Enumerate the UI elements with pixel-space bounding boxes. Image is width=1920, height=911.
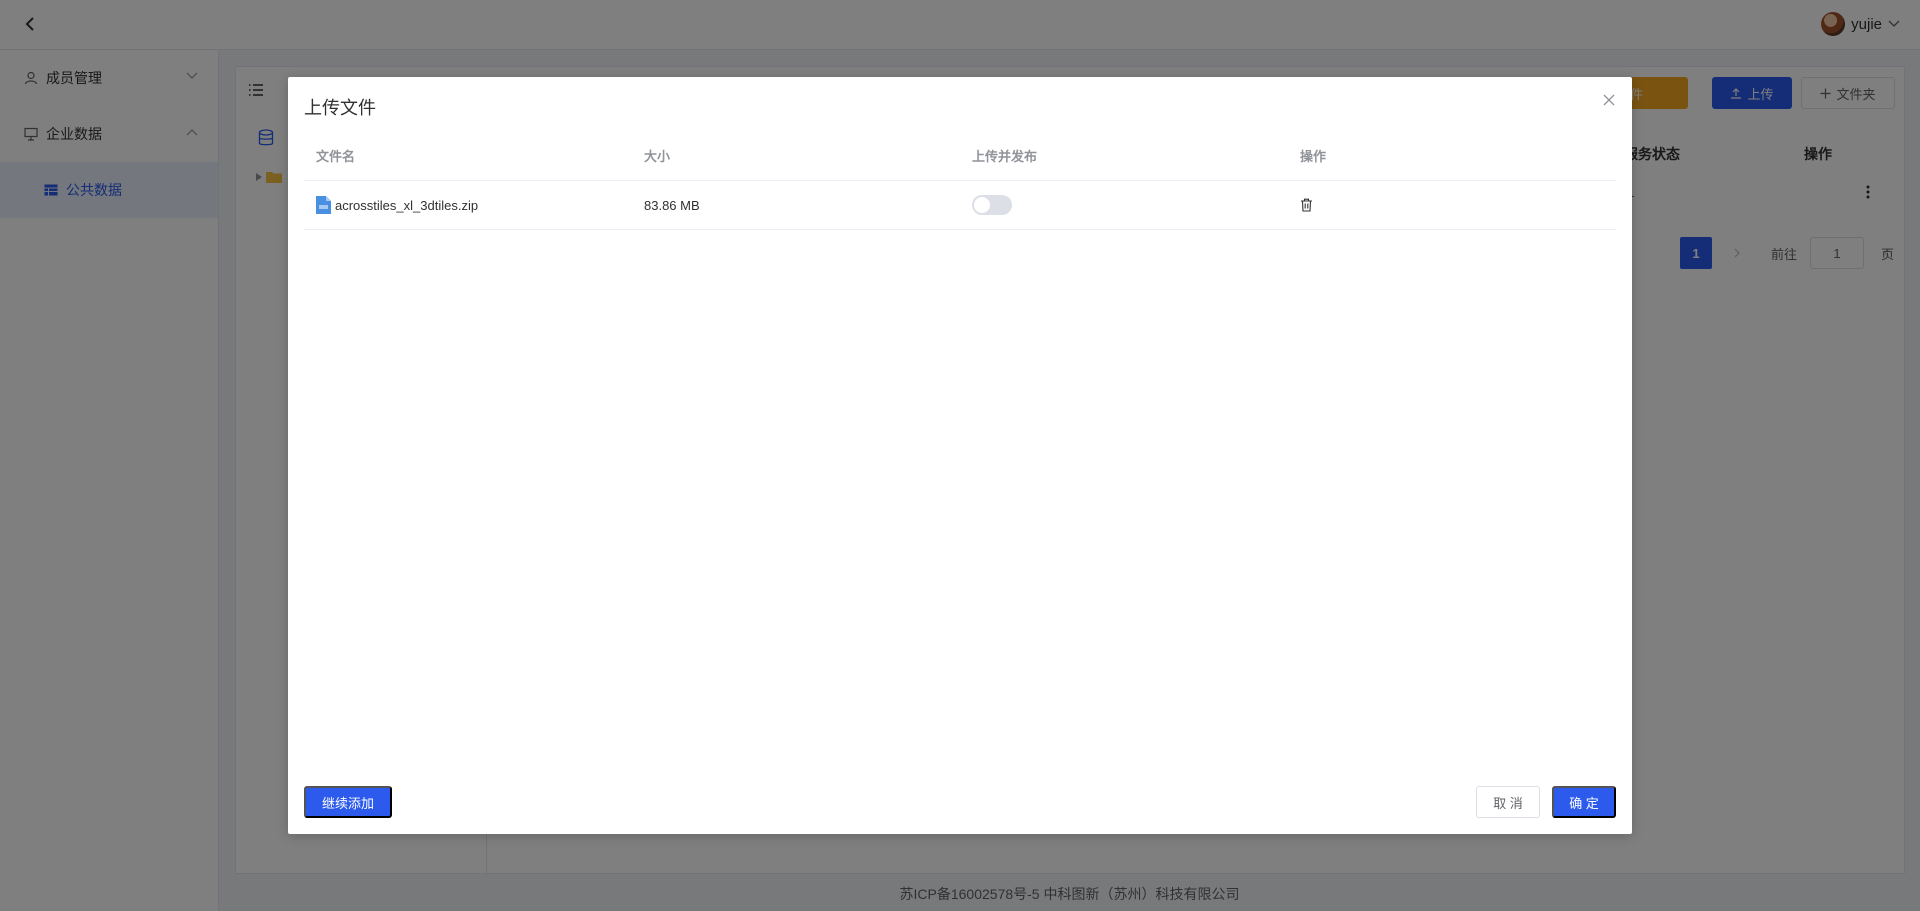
publish-switch[interactable] xyxy=(972,195,1012,215)
column-size: 大小 xyxy=(644,149,671,164)
confirm-button[interactable]: 确 定 xyxy=(1552,786,1616,818)
file-size: 83.86 MB xyxy=(644,197,700,213)
add-more-button[interactable]: 继续添加 xyxy=(304,786,392,818)
dialog-title: 上传文件 xyxy=(304,98,376,118)
file-name-cell: acrosstiles_xl_3dtiles.zip xyxy=(304,196,632,214)
publish-cell xyxy=(960,195,1288,215)
table-header: 文件名 大小 上传并发布 操作 xyxy=(304,131,1616,181)
file-name: acrosstiles_xl_3dtiles.zip xyxy=(335,197,479,213)
column-upload-publish: 上传并发布 xyxy=(972,149,1038,164)
upload-dialog: 上传文件 文件名 大小 上传并发布 操作 acrosstiles_xl_3dti… xyxy=(288,77,1632,834)
column-actions: 操作 xyxy=(1300,149,1327,164)
actions-cell xyxy=(1288,198,1616,212)
cancel-button[interactable]: 取 消 xyxy=(1476,786,1540,818)
close-button[interactable] xyxy=(1600,91,1618,109)
table-row: acrosstiles_xl_3dtiles.zip 83.86 MB xyxy=(304,181,1616,230)
close-icon xyxy=(1603,94,1615,106)
column-file-name: 文件名 xyxy=(316,149,356,164)
trash-icon[interactable] xyxy=(1300,198,1313,212)
upload-file-table: 文件名 大小 上传并发布 操作 acrosstiles_xl_3dtiles.z… xyxy=(304,131,1616,230)
switch-knob xyxy=(974,197,990,213)
file-icon xyxy=(316,196,331,214)
